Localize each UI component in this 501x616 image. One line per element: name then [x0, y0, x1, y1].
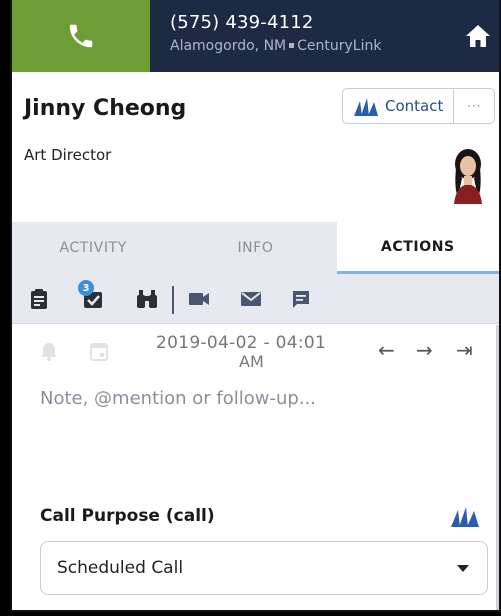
phone-icon — [69, 24, 93, 48]
previous-arrow-icon[interactable]: ← — [378, 338, 395, 362]
dynamics-logo-icon — [450, 504, 480, 532]
carrier-text: CenturyLink — [297, 38, 382, 54]
task-count-badge: 3 — [78, 280, 94, 296]
video-icon[interactable] — [188, 288, 210, 310]
last-arrow-icon[interactable]: ⇥ — [456, 338, 473, 362]
dynamics-logo-icon — [354, 98, 378, 116]
calendar-icon[interactable] — [90, 341, 108, 365]
contact-name: Jinny Cheong — [24, 96, 187, 121]
contact-button-group: Contact ··· — [342, 88, 496, 124]
tab-bar: ACTIVITY INFO ACTIONS — [12, 222, 499, 274]
tab-actions[interactable]: ACTIONS — [336, 222, 499, 274]
caller-location: Alamogordo, NM CenturyLink — [170, 38, 381, 54]
more-options-button[interactable]: ··· — [454, 89, 494, 123]
avatar — [454, 149, 482, 204]
phone-number: (575) 439-4112 — [170, 12, 314, 33]
mail-icon[interactable] — [240, 288, 262, 310]
note-input[interactable]: Note, @mention or follow-up... — [40, 388, 316, 409]
tab-activity[interactable]: ACTIVITY — [12, 222, 174, 274]
chat-icon[interactable] — [290, 288, 312, 310]
home-button[interactable] — [465, 24, 491, 48]
contact-title: Art Director — [24, 146, 112, 164]
call-purpose-value: Scheduled Call — [57, 558, 184, 578]
call-purpose-label: Call Purpose (call) — [40, 506, 215, 526]
contact-button[interactable]: Contact — [343, 89, 455, 123]
call-header: (575) 439-4112 Alamogordo, NM CenturyLink — [12, 0, 499, 72]
note-date[interactable]: 2019-04-02 - 04:01 — [156, 333, 326, 353]
tab-info[interactable]: INFO — [174, 222, 336, 274]
reminder-bell-icon[interactable] — [40, 341, 58, 365]
location-text: Alamogordo, NM — [170, 38, 287, 54]
separator-dot — [289, 42, 295, 48]
binoculars-icon[interactable] — [136, 288, 158, 310]
clipboard-icon[interactable] — [28, 288, 50, 310]
home-icon — [466, 25, 490, 47]
app-window: (575) 439-4112 Alamogordo, NM CenturyLink… — [10, 0, 501, 612]
chevron-down-icon — [457, 565, 469, 572]
next-arrow-icon[interactable]: → — [416, 338, 433, 362]
call-purpose-select[interactable]: Scheduled Call — [40, 541, 488, 595]
scrollbar[interactable] — [496, 325, 499, 610]
toolbar-divider — [172, 286, 174, 314]
note-time-suffix: AM — [239, 352, 264, 371]
contact-button-label: Contact — [385, 97, 444, 115]
call-button[interactable] — [12, 0, 150, 72]
